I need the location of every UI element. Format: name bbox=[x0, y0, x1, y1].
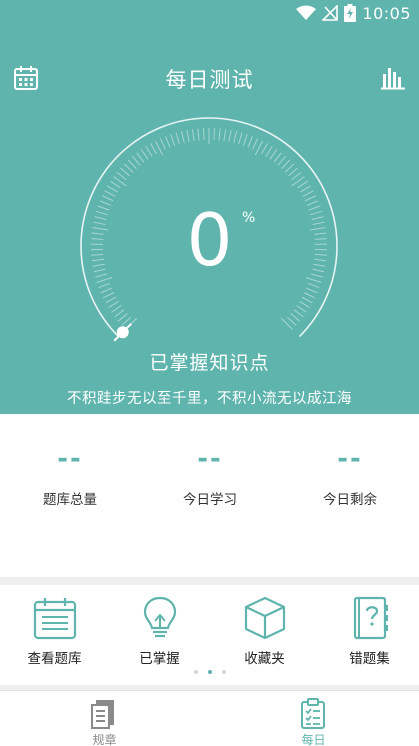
gauge-tick bbox=[299, 185, 311, 193]
menu-label: 错题集 bbox=[349, 651, 390, 667]
gauge-tick bbox=[98, 283, 111, 289]
gauge-tick bbox=[121, 316, 131, 326]
gauge-tick bbox=[306, 287, 318, 294]
stat-value: -- bbox=[57, 444, 83, 474]
gauge-tick bbox=[218, 128, 221, 141]
gauge-tick bbox=[303, 292, 316, 299]
gauge-tick bbox=[140, 149, 149, 160]
gauge-tick bbox=[197, 128, 200, 141]
gauge-tick bbox=[223, 129, 227, 142]
stat-value: -- bbox=[337, 444, 363, 474]
question-bank-icon bbox=[33, 598, 77, 640]
gauge-tick bbox=[281, 159, 291, 170]
gauge-tick bbox=[242, 134, 248, 146]
mastered-label: 已掌握知识点 bbox=[149, 352, 270, 374]
gauge-tick bbox=[301, 296, 313, 304]
gauge-tick bbox=[273, 152, 282, 163]
document-icon bbox=[91, 700, 114, 729]
gauge-tick bbox=[175, 132, 180, 145]
gauge-tick bbox=[159, 138, 166, 150]
gauge-tick bbox=[291, 171, 302, 181]
tab-label: 每日 bbox=[301, 733, 326, 746]
menu-item-wrong-questions[interactable]: 错题集 bbox=[317, 585, 419, 671]
gauge-tick bbox=[299, 300, 310, 309]
gauge-tick bbox=[100, 287, 112, 294]
gauge-tick bbox=[238, 132, 243, 145]
page-indicator bbox=[0, 670, 419, 678]
menu-label: 收藏夹 bbox=[244, 651, 285, 667]
notebook-icon bbox=[353, 596, 388, 640]
tab-daily[interactable]: 每日 bbox=[209, 691, 418, 746]
gauge-tick bbox=[107, 185, 119, 193]
function-menu: 查看题库 已掌握 收藏夹 错题集 bbox=[0, 585, 419, 685]
progress-value: 0 bbox=[186, 198, 233, 282]
gauge-tick bbox=[180, 131, 185, 144]
gauge-tick bbox=[123, 163, 134, 173]
stat-label: 今日学习 bbox=[183, 492, 237, 508]
gauge-tick bbox=[265, 146, 273, 157]
stat-value: -- bbox=[197, 444, 223, 474]
menu-label: 查看题库 bbox=[27, 651, 82, 667]
gauge-tick bbox=[202, 128, 205, 141]
gauge-tick bbox=[254, 140, 264, 156]
clipboard-checklist-icon bbox=[301, 698, 325, 729]
gauge-tick bbox=[117, 313, 128, 322]
gauge-tick bbox=[302, 190, 314, 197]
gauge-knob bbox=[116, 326, 129, 339]
page-dot bbox=[193, 670, 198, 674]
gauge-tick bbox=[154, 140, 164, 156]
menu-label: 已掌握 bbox=[139, 651, 180, 667]
gauge-tick bbox=[252, 138, 259, 150]
lightbulb-icon bbox=[143, 596, 177, 638]
gauge-tick bbox=[127, 159, 137, 170]
page-dot bbox=[221, 670, 226, 674]
stats-panel: -- 题库总量 -- 今日学习 -- 今日剩余 bbox=[0, 414, 419, 577]
gauge-tick bbox=[284, 163, 295, 173]
gauge-tick bbox=[102, 292, 115, 299]
gauge-tick bbox=[104, 190, 116, 197]
gauge-tick bbox=[233, 131, 238, 144]
gauge-tick bbox=[277, 155, 287, 166]
gauge-tick bbox=[297, 180, 308, 189]
menu-item-favorites[interactable]: 收藏夹 bbox=[212, 585, 317, 671]
stat-label: 题库总量 bbox=[43, 492, 97, 508]
gauge-tick bbox=[131, 155, 141, 166]
gauge-tick bbox=[213, 128, 216, 141]
gauge-tick bbox=[150, 143, 157, 155]
gauge-tick bbox=[186, 129, 190, 142]
gauge-tick bbox=[269, 149, 278, 160]
page-dot-active bbox=[207, 670, 212, 674]
gauge-tick bbox=[287, 316, 297, 326]
box-icon bbox=[244, 596, 286, 640]
gauge-tick bbox=[105, 296, 117, 304]
gauge-tick bbox=[145, 146, 153, 157]
gauge-tick bbox=[111, 305, 122, 313]
menu-item-mastered[interactable]: 已掌握 bbox=[107, 585, 212, 671]
gauge-tick bbox=[191, 129, 195, 142]
gauge-tick bbox=[293, 309, 304, 318]
gauge-tick bbox=[290, 313, 301, 322]
motto-text: 不积跬步无以至千里，不积小流无以成江海 bbox=[67, 391, 352, 407]
menu-item-question-bank[interactable]: 查看题库 bbox=[2, 585, 107, 671]
gauge-tick bbox=[247, 136, 253, 148]
gauge-tick bbox=[261, 143, 268, 155]
gauge-tick bbox=[170, 134, 176, 146]
gauge-tick bbox=[116, 171, 127, 181]
gauge-tick bbox=[307, 283, 320, 289]
gauge-tick bbox=[120, 167, 130, 177]
stat-label: 今日剩余 bbox=[323, 492, 377, 508]
gauge-tick bbox=[108, 300, 119, 309]
gauge-tick bbox=[288, 167, 298, 177]
gauge-tick bbox=[110, 180, 121, 189]
gauge-tick bbox=[228, 129, 232, 142]
tab-label: 规章 bbox=[92, 733, 117, 746]
gauge-tick bbox=[114, 309, 125, 318]
gauge-tick bbox=[296, 305, 307, 313]
bottom-tab-bar: 规章 每日 bbox=[0, 690, 419, 746]
gauge-tick bbox=[136, 152, 145, 163]
percent-sign: % bbox=[242, 210, 256, 226]
gauge-tick bbox=[165, 136, 171, 148]
tab-regulations[interactable]: 规章 bbox=[0, 691, 209, 746]
